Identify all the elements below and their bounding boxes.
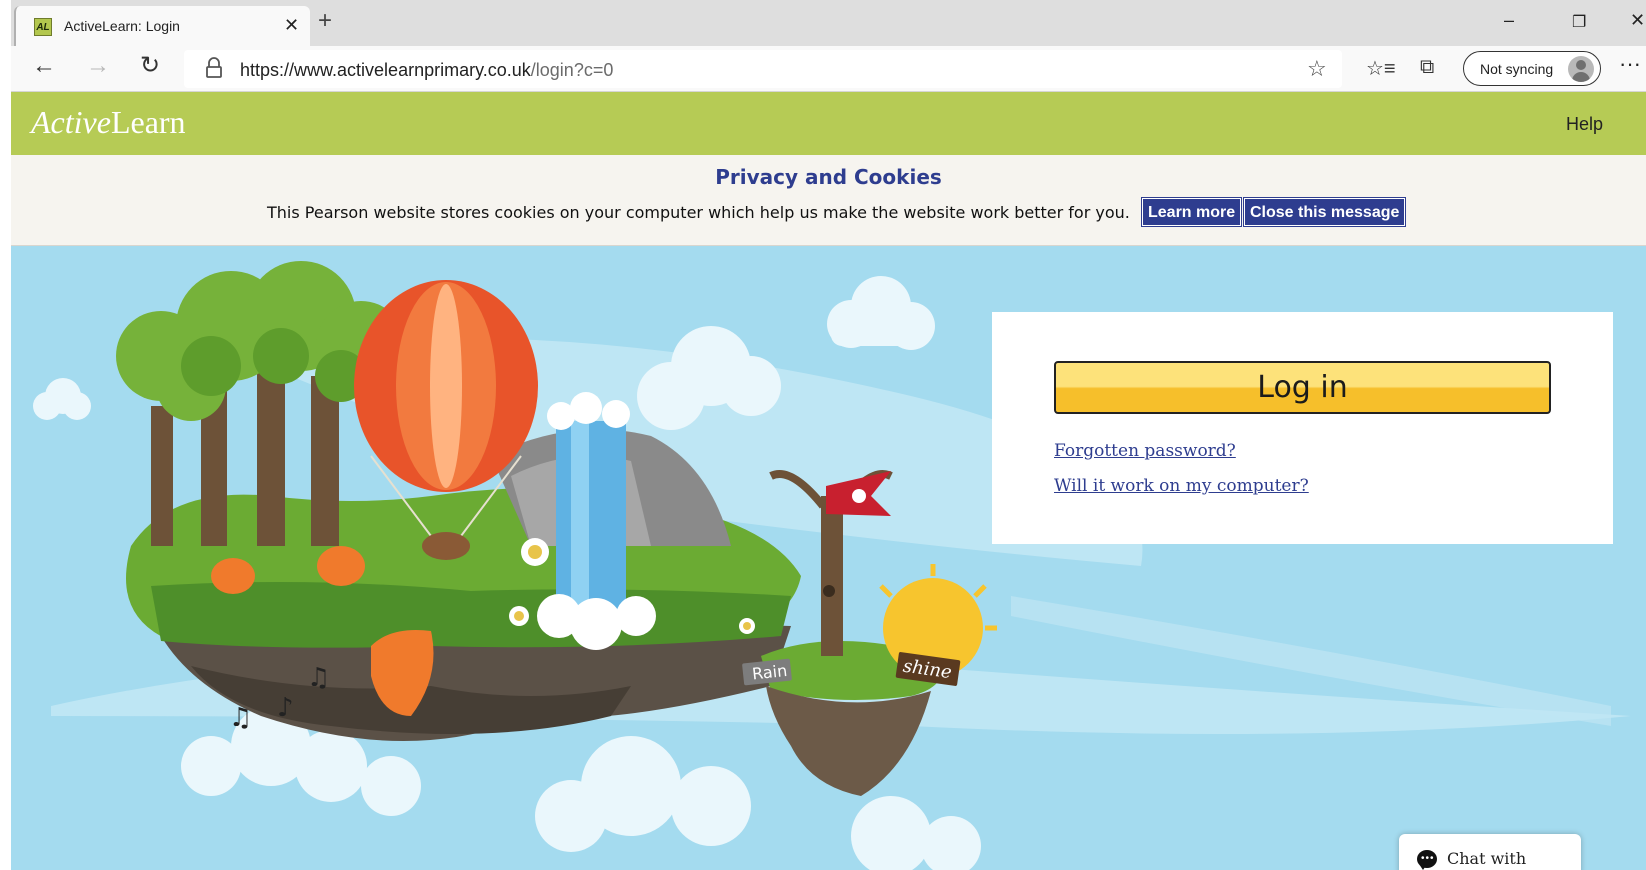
address-toolbar: ← → ↻ https://www.activelearnprimary.co.… [0,46,1646,92]
svg-text:♪: ♪ [277,693,294,723]
url-text[interactable]: https://www.activelearnprimary.co.uk/log… [240,60,613,81]
learn-more-button[interactable]: Learn more [1140,197,1243,227]
activelearn-favicon: AL [34,18,52,36]
rain-sign: Rain [751,661,788,684]
window-close-button[interactable]: ✕ [1630,10,1645,31]
profile-avatar-icon [1568,56,1594,82]
close-cookie-message-button[interactable]: Close this message [1242,197,1407,227]
browser-tab[interactable]: AL ActiveLearn: Login ✕ [14,6,310,46]
cookie-banner: Privacy and Cookies This Pearson website… [11,155,1646,246]
lock-icon[interactable] [204,57,224,79]
reload-button[interactable]: ↻ [140,54,160,78]
tab-close-icon[interactable]: ✕ [284,15,299,36]
minimize-button[interactable]: – [1504,10,1514,31]
compatibility-check-link[interactable]: Will it work on my computer? [1054,476,1309,496]
cookie-banner-message: This Pearson website stores cookies on y… [267,203,1130,222]
sync-status-label: Not syncing [1480,61,1554,77]
svg-text:♫: ♫ [307,663,330,693]
activelearn-logo[interactable]: ActiveLearn [31,104,186,141]
forgotten-password-link[interactable]: Forgotten password? [1054,441,1236,461]
site-header: ActiveLearn Help [11,92,1646,155]
favorite-star-icon[interactable]: ☆ [1307,56,1327,82]
favorites-list-icon[interactable]: ☆≡ [1366,56,1396,81]
logo-part-active: Active [31,104,111,140]
forward-button[interactable]: → [86,54,110,78]
chat-with-support-button[interactable]: ••• Chat with support [1399,834,1581,870]
window-left-edge [0,0,11,870]
svg-text:♫: ♫ [229,703,252,733]
logo-part-learn: Learn [110,104,186,140]
tab-strip: AL ActiveLearn: Login ✕ + – ❐ ✕ [0,0,1646,46]
chat-label: Chat with support [1447,849,1527,870]
url-path: /login?c=0 [530,60,614,80]
help-link[interactable]: Help [1566,114,1603,135]
login-card: Log in Forgotten password? Will it work … [992,312,1613,544]
cookie-banner-title: Privacy and Cookies [715,165,942,189]
login-button[interactable]: Log in [1054,361,1551,414]
profile-sync-button[interactable]: Not syncing [1463,51,1601,86]
chat-bubble-icon: ••• [1417,850,1437,870]
collections-icon[interactable]: ⧉ [1420,56,1434,79]
new-tab-button[interactable]: + [318,9,332,33]
address-bar[interactable]: https://www.activelearnprimary.co.uk/log… [184,50,1342,88]
tab-title: ActiveLearn: Login [64,18,180,34]
url-host: https://www.activelearnprimary.co.uk [240,60,531,80]
back-button[interactable]: ← [32,54,56,78]
restore-button[interactable]: ❐ [1572,12,1586,32]
browser-window: AL ActiveLearn: Login ✕ + – ❐ ✕ ← → ↻ ht… [0,0,1646,870]
more-menu-icon[interactable]: ··· [1619,51,1641,77]
